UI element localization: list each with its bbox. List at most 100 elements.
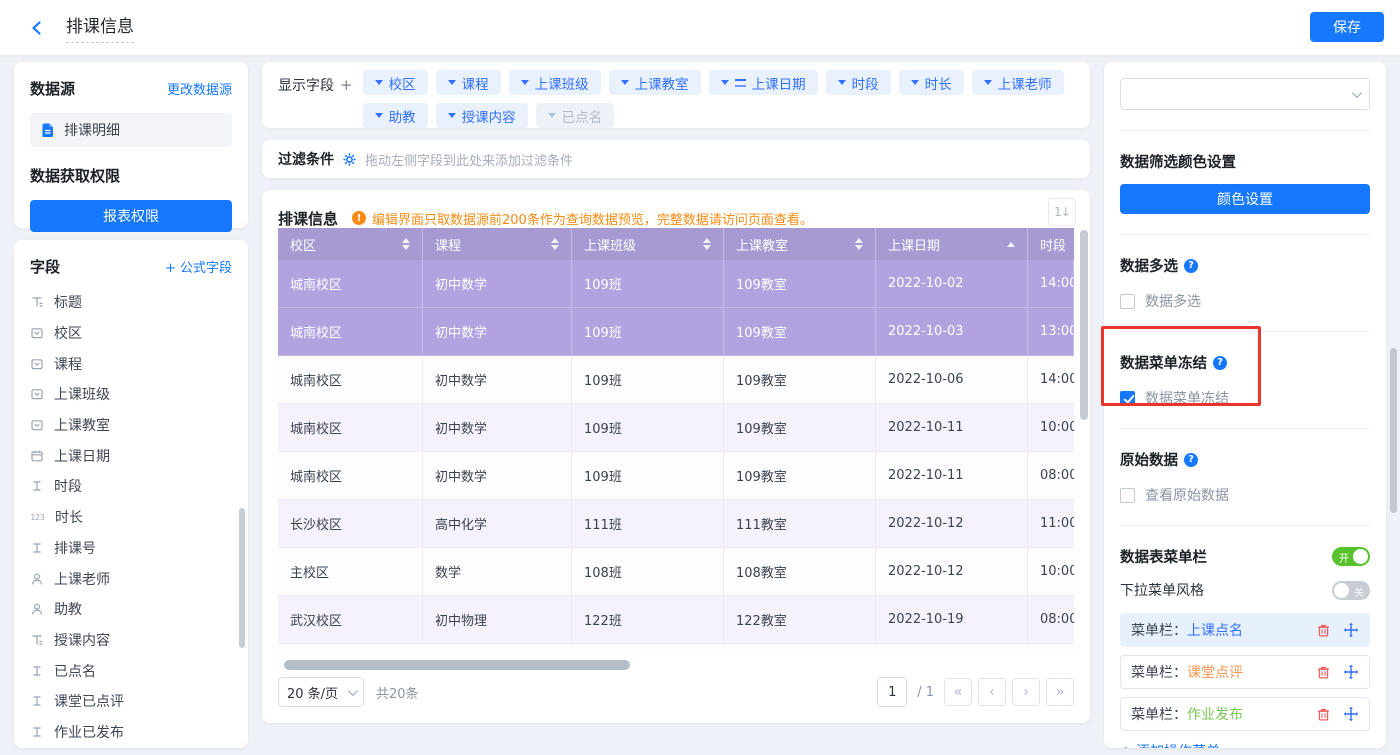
chip-timeslot[interactable]: 时段	[826, 70, 891, 95]
datasource-item[interactable]: 排课明细	[30, 113, 232, 147]
column-header-classroom[interactable]: 上课教室	[724, 228, 876, 260]
fields-scrollbar[interactable]	[239, 508, 245, 648]
checkbox-checked[interactable]	[1120, 391, 1135, 406]
field-item-assistant[interactable]: 助教	[30, 594, 232, 625]
page-number-input[interactable]: 1	[877, 677, 907, 707]
prev-page-button[interactable]: ‹	[978, 678, 1006, 706]
column-header-class[interactable]: 上课班级	[572, 228, 724, 260]
add-formula-field-link[interactable]: + 公式字段	[165, 257, 232, 276]
divider	[1120, 525, 1370, 526]
sort-asc-icon[interactable]	[1007, 242, 1015, 247]
field-list: 标题 校区 课程 上课班级 上课教室 上课日期	[30, 287, 232, 747]
table-row[interactable]: 城南校区 初中数学 109班 109教室 2022-10-11 08:00-0	[278, 452, 1074, 500]
menu-item-review[interactable]: 菜单栏： 课堂点评	[1120, 655, 1370, 689]
field-item-teacher[interactable]: 上课老师	[30, 563, 232, 594]
column-header-campus[interactable]: 校区	[278, 228, 423, 260]
trash-icon[interactable]	[1316, 665, 1331, 680]
field-item-homework[interactable]: 作业已发布	[30, 717, 232, 748]
page-title[interactable]: 排课信息	[66, 12, 134, 43]
chevron-down-icon	[521, 80, 529, 85]
field-item-campus[interactable]: 校区	[30, 318, 232, 349]
last-page-button[interactable]: »	[1046, 678, 1074, 706]
chip-course[interactable]: 课程	[436, 70, 501, 95]
column-header-date[interactable]: 上课日期	[876, 228, 1028, 260]
add-action-menu-link[interactable]: + 添加操作菜单	[1120, 741, 1370, 748]
row-order-button[interactable]: 1↓	[1048, 198, 1076, 226]
menu-freeze-checkbox-row[interactable]: 数据菜单冻结	[1120, 388, 1370, 408]
page-size-select[interactable]: 20 条/页	[278, 677, 364, 707]
window-scrollbar[interactable]	[1390, 348, 1397, 513]
sort-carets-icon[interactable]	[551, 238, 559, 250]
move-icon[interactable]	[1343, 622, 1359, 638]
sort-order-icon	[735, 79, 746, 87]
menu-item-rollcall[interactable]: 菜单栏： 上课点名	[1120, 613, 1370, 647]
checkbox-unchecked[interactable]	[1120, 488, 1135, 503]
field-item-classroom[interactable]: 上课教室	[30, 410, 232, 441]
move-icon[interactable]	[1343, 664, 1359, 680]
table-row[interactable]: 城南校区 初中数学 109班 109教室 2022-10-11 10:00-1	[278, 404, 1074, 452]
color-settings-button[interactable]: 颜色设置	[1120, 184, 1370, 214]
field-item-title[interactable]: 标题	[30, 287, 232, 318]
datasource-item-label: 排课明细	[64, 120, 120, 140]
field-item-date[interactable]: 上课日期	[30, 440, 232, 471]
checkbox-unchecked[interactable]	[1120, 294, 1135, 309]
add-display-field-button[interactable]: +	[340, 76, 353, 94]
menubar-toggle-on[interactable]: 开	[1332, 547, 1370, 566]
table-horizontal-scrollbar[interactable]	[284, 660, 630, 670]
divider	[1120, 130, 1370, 131]
table-row[interactable]: 城南校区 初中数学 109班 109教室 2022-10-03 13:00-1	[278, 308, 1074, 356]
chip-class[interactable]: 上课班级	[509, 70, 601, 95]
multi-select-checkbox-row[interactable]: 数据多选	[1120, 291, 1370, 311]
table-row[interactable]: 城南校区 初中数学 109班 109教室 2022-10-06 14:00-1	[278, 356, 1074, 404]
field-item-timeslot[interactable]: 时段	[30, 471, 232, 502]
chevron-down-icon	[984, 80, 992, 85]
trash-icon[interactable]	[1316, 707, 1331, 722]
chip-teacher[interactable]: 上课老师	[972, 70, 1064, 95]
field-item-course[interactable]: 课程	[30, 348, 232, 379]
chip-assistant[interactable]: 助教	[363, 103, 428, 128]
display-field-chips: 校区 课程 上课班级 上课教室 上课日期 时段 时长 上课老师 助教 授课内容 …	[363, 70, 1074, 120]
chip-classroom[interactable]: 上课教室	[609, 70, 701, 95]
help-icon[interactable]: ?	[1184, 259, 1198, 273]
chip-rollcalled[interactable]: 已点名	[536, 103, 615, 128]
chip-date[interactable]: 上课日期	[709, 70, 818, 95]
table-row[interactable]: 武汉校区 初中物理 122班 122教室 2022-10-19 08:00-0	[278, 596, 1074, 644]
sort-carets-icon[interactable]	[402, 238, 410, 250]
first-page-button[interactable]: «	[944, 678, 972, 706]
chip-duration[interactable]: 时长	[899, 70, 964, 95]
table-row-partial	[278, 644, 1074, 656]
raw-data-checkbox-row[interactable]: 查看原始数据	[1120, 485, 1370, 505]
toggle-knob	[1334, 583, 1349, 598]
chip-campus[interactable]: 校区	[363, 70, 428, 95]
table-vertical-scrollbar[interactable]	[1080, 230, 1088, 420]
field-item-reviewed[interactable]: 课堂已点评	[30, 686, 232, 717]
table-row[interactable]: 城南校区 初中数学 109班 109教室 2022-10-02 14:00-1	[278, 260, 1074, 308]
table-row[interactable]: 主校区 数学 108班 108教室 2022-10-12 10:00-1	[278, 548, 1074, 596]
field-item-schedule-no[interactable]: 排课号	[30, 533, 232, 564]
column-header-course[interactable]: 课程	[423, 228, 572, 260]
move-icon[interactable]	[1343, 706, 1359, 722]
back-icon[interactable]	[26, 17, 48, 39]
trash-icon[interactable]	[1316, 623, 1331, 638]
menu-item-homework[interactable]: 菜单栏： 作业发布	[1120, 697, 1370, 731]
style-select[interactable]	[1120, 78, 1370, 110]
help-icon[interactable]: ?	[1213, 356, 1227, 370]
table-row[interactable]: 长沙校区 高中化学 111班 111教室 2022-10-12 11:00-1	[278, 500, 1074, 548]
report-permission-button[interactable]: 报表权限	[30, 200, 232, 232]
gear-icon[interactable]	[342, 152, 357, 167]
sort-carets-icon[interactable]	[703, 238, 711, 250]
field-item-content[interactable]: 授课内容	[30, 625, 232, 656]
dropdown-style-toggle-off[interactable]: 关	[1332, 581, 1370, 600]
field-item-duration[interactable]: 123 时长	[30, 502, 232, 533]
chevron-down-icon	[448, 80, 456, 85]
filter-panel[interactable]: 过滤条件 拖动左侧字段到此处来添加过滤条件	[262, 140, 1090, 178]
chip-content[interactable]: 授课内容	[436, 103, 528, 128]
column-header-timeslot[interactable]: 时段	[1028, 228, 1074, 260]
save-button[interactable]: 保存	[1310, 12, 1384, 42]
sort-carets-icon[interactable]	[855, 238, 863, 250]
next-page-button[interactable]: ›	[1012, 678, 1040, 706]
help-icon[interactable]: ?	[1184, 453, 1198, 467]
change-datasource-link[interactable]: 更改数据源	[167, 79, 232, 98]
field-item-rollcalled[interactable]: 已点名	[30, 655, 232, 686]
field-item-class[interactable]: 上课班级	[30, 379, 232, 410]
